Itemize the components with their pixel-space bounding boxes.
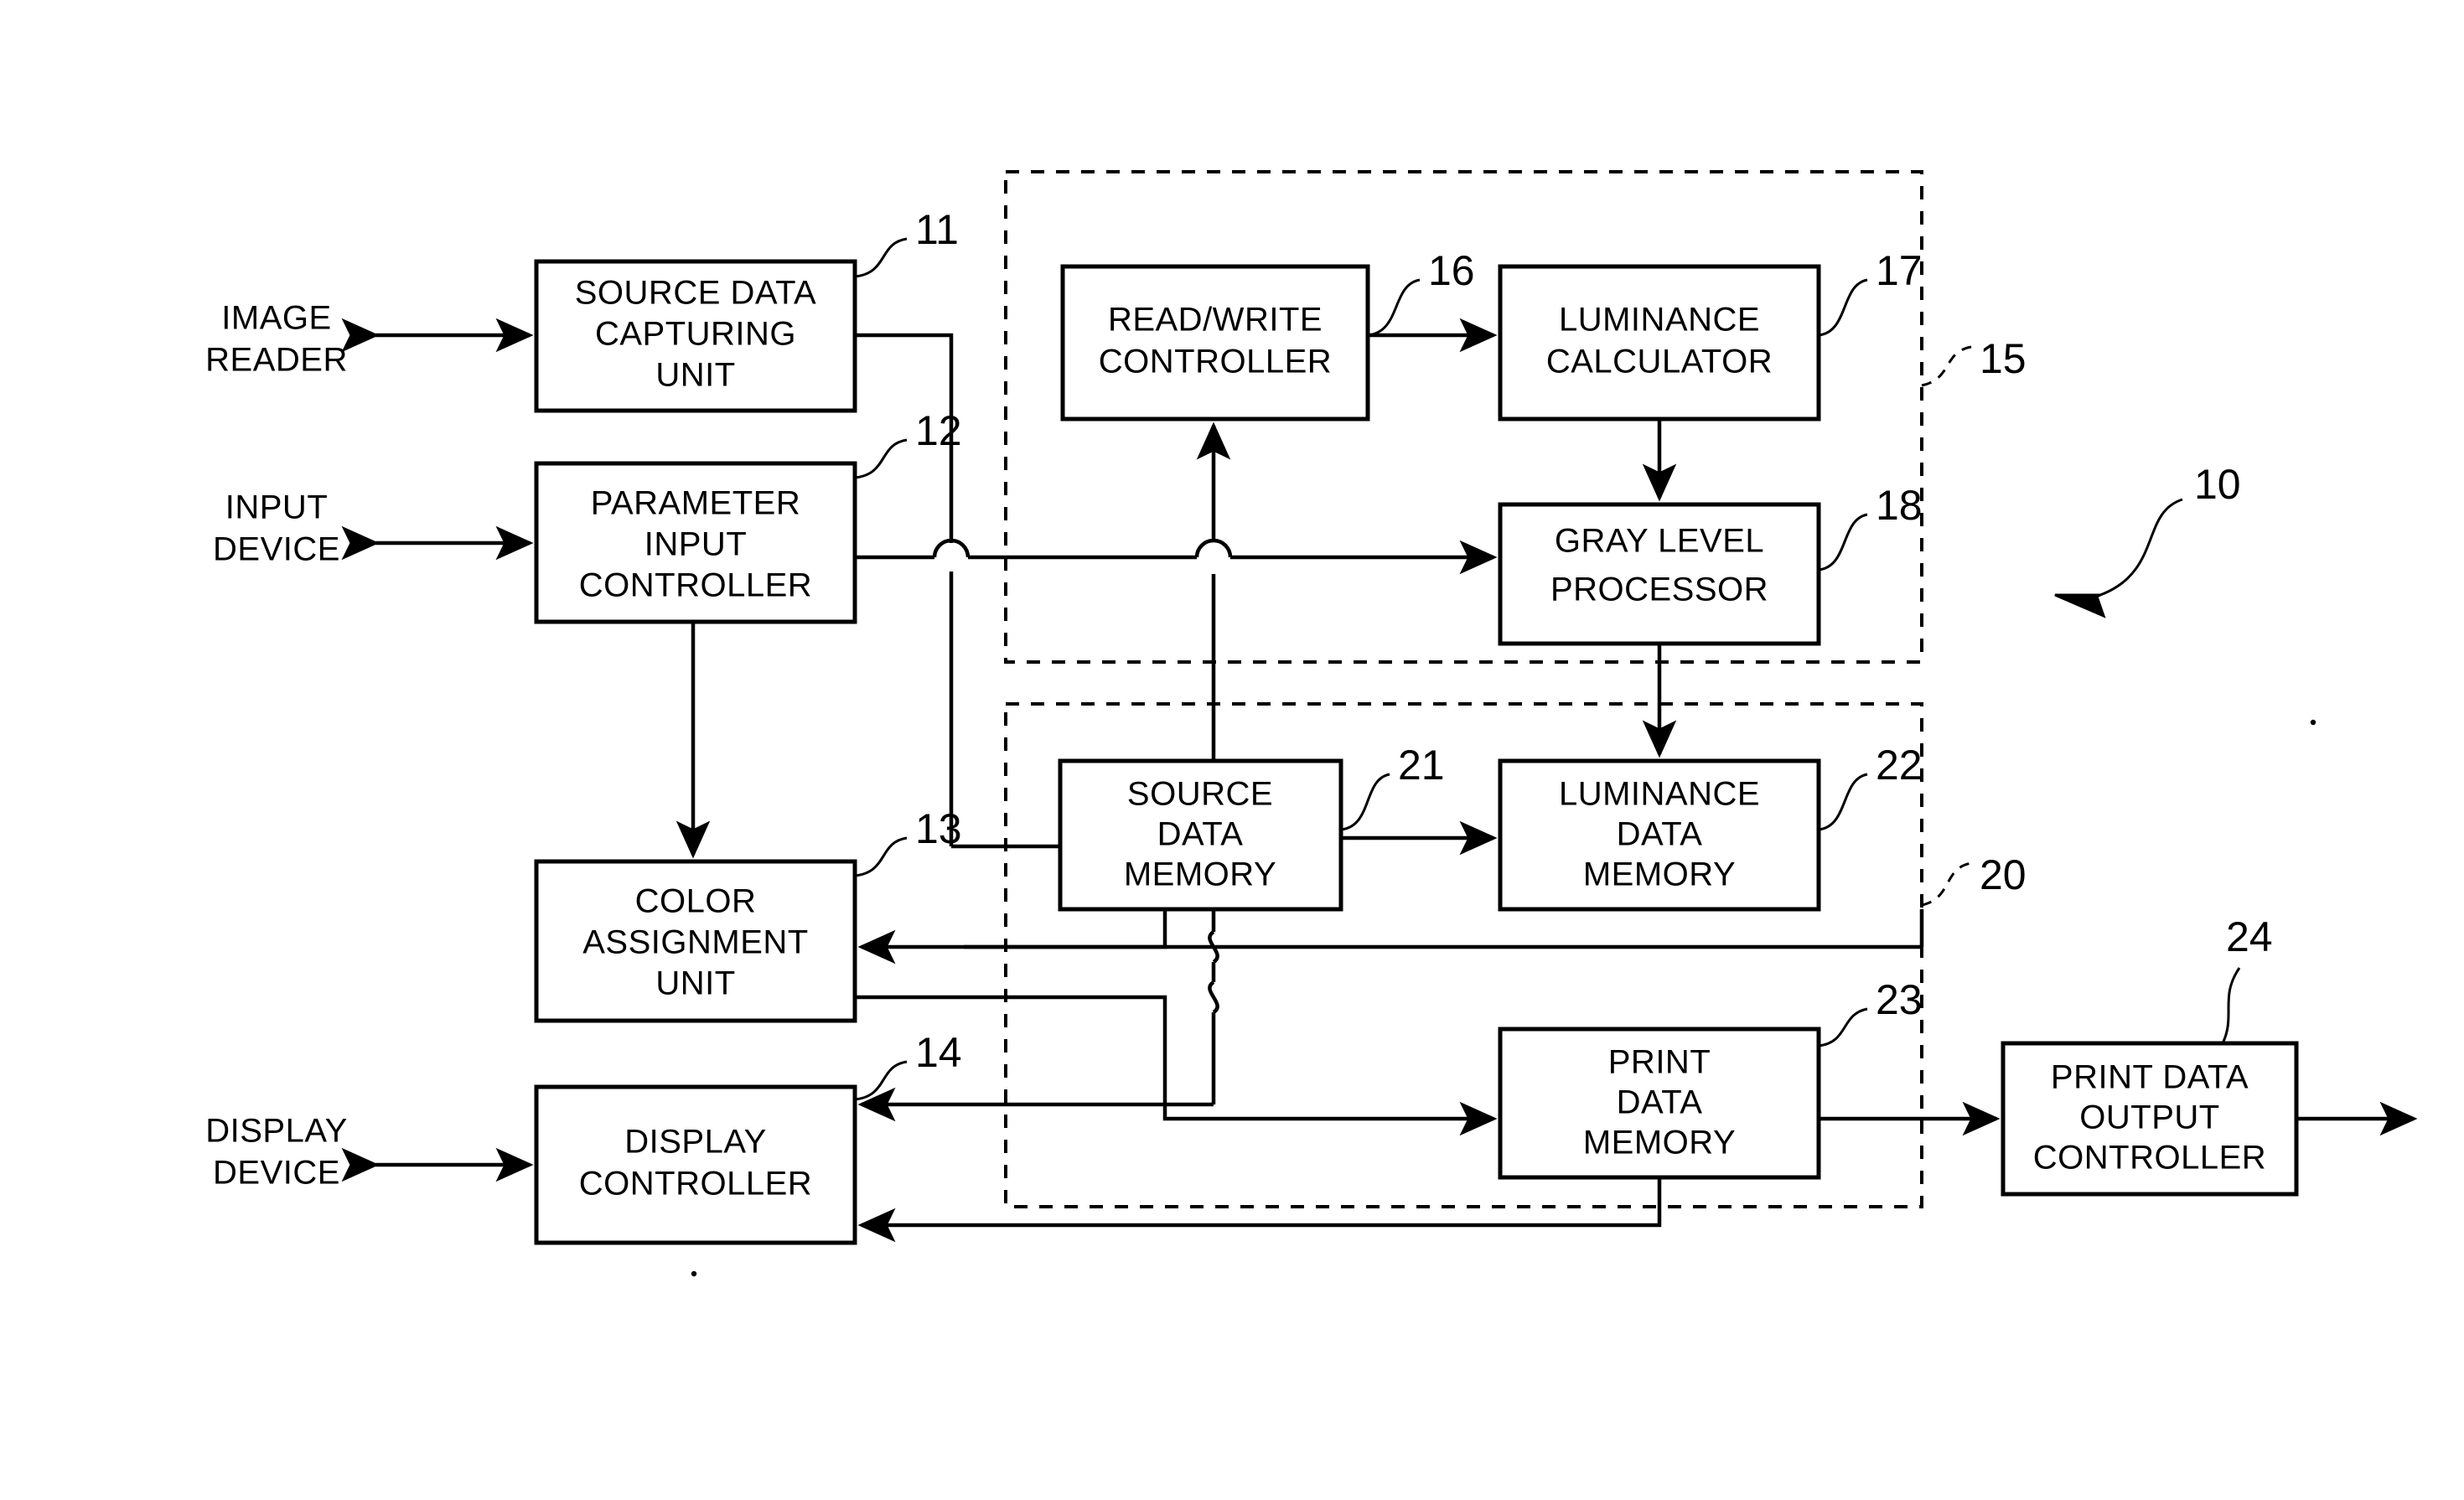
figure-canvas: SOURCE DATA CAPTURING UNIT 11 PARAMETER …	[0, 0, 2464, 1500]
block-14-line-1: DISPLAY	[624, 1124, 767, 1161]
block-13-line-1: COLOR	[635, 883, 757, 920]
ref-leader-17	[1818, 278, 1868, 337]
ref-number-15: 15	[1980, 335, 2027, 382]
block-16-line-2: CONTROLLER	[1099, 344, 1332, 380]
ref-leader-13	[854, 836, 908, 877]
external-input-device-line-1: INPUT	[225, 489, 329, 526]
external-image-reader-line-1: IMAGE	[221, 300, 331, 337]
ref-number-14: 14	[915, 1029, 962, 1076]
ref-leader-22	[1818, 773, 1868, 831]
block-23-line-3: MEMORY	[1583, 1125, 1736, 1161]
ref-leader-14	[854, 1060, 908, 1101]
block-22-line-2: DATA	[1617, 816, 1703, 853]
scan-speck-2	[2310, 719, 2316, 726]
ref-leader-16	[1367, 278, 1421, 337]
block-11-line-3: UNIT	[655, 357, 735, 394]
ref-number-22: 22	[1876, 742, 1923, 789]
ref-number-21: 21	[1398, 742, 1445, 789]
ref-number-12: 12	[915, 407, 962, 454]
block-12-line-1: PARAMETER	[591, 485, 800, 522]
block-21-line-3: MEMORY	[1124, 856, 1276, 893]
ref-leader-11	[854, 237, 908, 278]
block-22-line-1: LUMINANCE	[1559, 776, 1760, 813]
block-24-line-2: OUTPUT	[2079, 1099, 2219, 1136]
block-13-line-3: UNIT	[655, 965, 735, 1002]
block-21-line-2: DATA	[1157, 816, 1244, 853]
block-17-line-2: CALCULATOR	[1546, 344, 1773, 380]
block-12-line-3: CONTROLLER	[579, 567, 812, 604]
ref-leader-12	[854, 438, 908, 479]
ref-leader-10-arrowhead	[2054, 593, 2106, 618]
ref-leader-24	[2221, 967, 2241, 1044]
block-23-line-2: DATA	[1617, 1084, 1703, 1121]
block-11-line-2: CAPTURING	[595, 316, 796, 353]
ref-number-18: 18	[1876, 482, 1923, 529]
link-23-to-display-controller	[857, 1177, 1662, 1243]
block-21-line-1: SOURCE	[1127, 776, 1273, 813]
block-18-line-2: PROCESSOR	[1550, 572, 1768, 608]
ref-number-16: 16	[1428, 247, 1475, 294]
block-24-line-1: PRINT DATA	[2051, 1059, 2249, 1096]
block-23-line-1: PRINT	[1608, 1044, 1711, 1081]
external-display-device-line-1: DISPLAY	[205, 1113, 348, 1150]
block-11-line-1: SOURCE DATA	[575, 275, 817, 312]
link-21-hop-s2	[1208, 980, 1219, 1014]
ref-number-11: 11	[915, 206, 959, 253]
bus-hop-arc-2	[1194, 538, 1233, 558]
external-input-device-line-2: DEVICE	[213, 531, 340, 568]
ref-leader-20	[1921, 861, 1972, 907]
ref-number-13: 13	[915, 805, 962, 852]
block-16-line-1: READ/WRITE	[1108, 302, 1323, 339]
block-14-line-2: CONTROLLER	[579, 1166, 812, 1203]
block-24-line-3: CONTROLLER	[2033, 1140, 2266, 1177]
external-display-device-line-2: DEVICE	[213, 1155, 340, 1192]
ref-leader-18	[1818, 513, 1868, 572]
block-22-line-3: MEMORY	[1583, 856, 1736, 893]
ref-leader-10	[2099, 498, 2183, 597]
ref-leader-23	[1818, 1007, 1868, 1047]
block-18-line-1: GRAY LEVEL	[1555, 523, 1764, 560]
external-image-reader-line-2: READER	[205, 342, 348, 379]
ref-leader-21	[1340, 773, 1390, 831]
block-17-line-1: LUMINANCE	[1559, 302, 1760, 339]
block-12-line-2: INPUT	[644, 526, 748, 563]
ref-number-20: 20	[1980, 851, 2027, 898]
ref-number-24: 24	[2226, 913, 2273, 960]
block-diagram: SOURCE DATA CAPTURING UNIT 11 PARAMETER …	[205, 170, 2418, 1277]
ref-number-17: 17	[1876, 247, 1923, 294]
block-13-line-2: ASSIGNMENT	[582, 924, 808, 961]
ref-leader-15	[1921, 345, 1972, 387]
ref-number-10: 10	[2194, 461, 2241, 508]
scan-speck-1	[691, 1270, 697, 1277]
ref-number-23: 23	[1876, 976, 1923, 1023]
